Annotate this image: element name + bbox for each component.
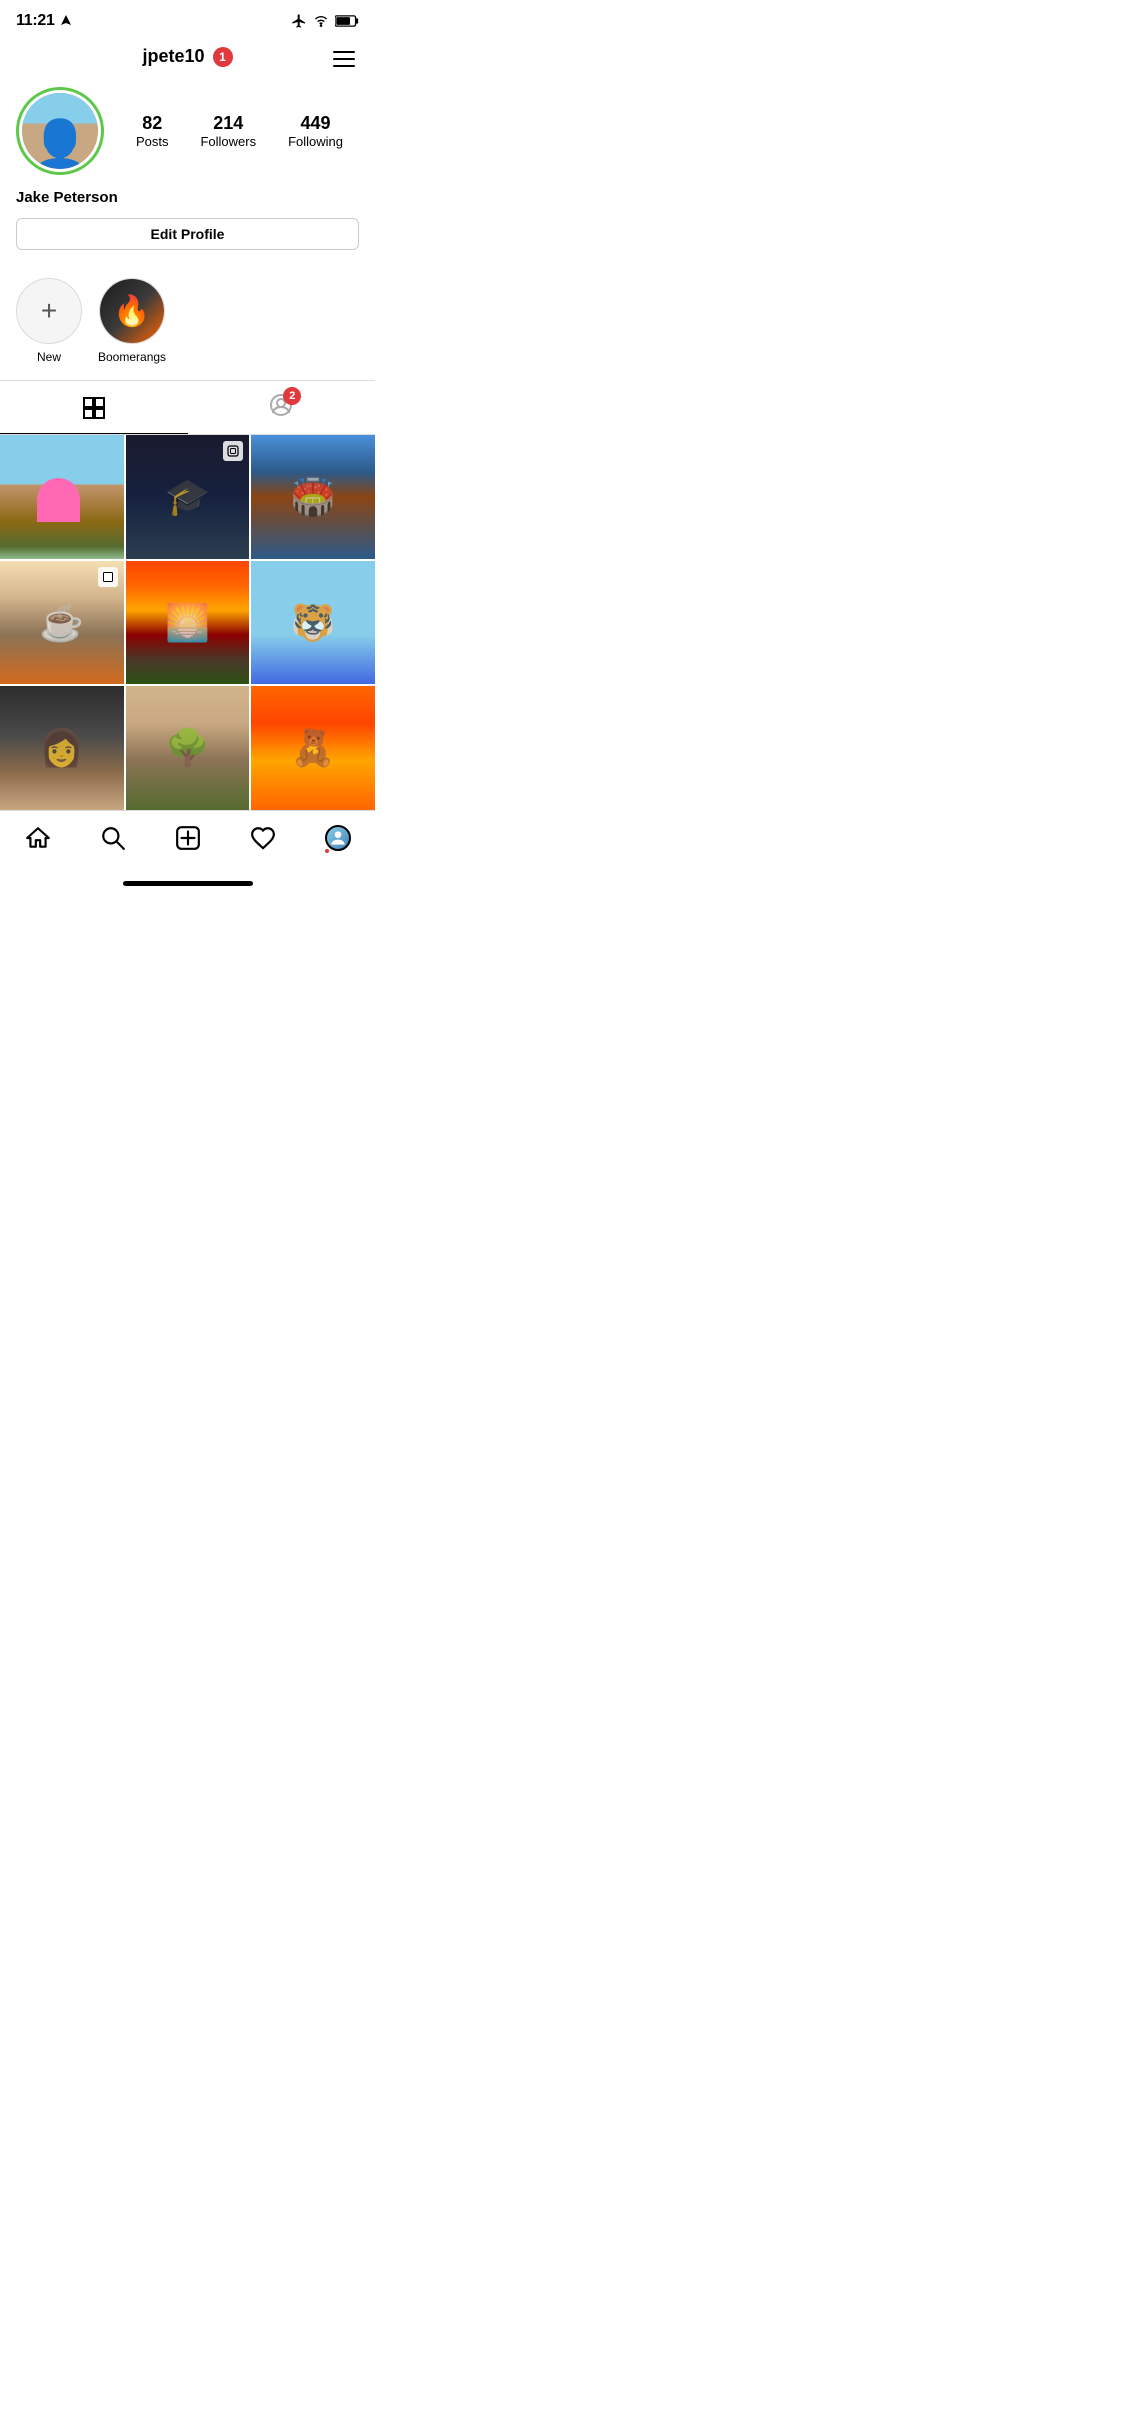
plane-icon [291,13,307,29]
photo-7-content: 👩 [0,686,124,810]
profile-header: 82 Posts 214 Followers 449 Following Jak… [0,79,375,266]
profile-nav-dot [325,849,329,853]
avatar-ring [16,87,104,175]
new-story-label: New [37,350,61,364]
edit-profile-button[interactable]: Edit Profile [16,218,359,250]
status-bar: 11:21 [0,0,375,38]
profile-name: Jake Peterson [16,189,359,206]
grid-photo-7[interactable]: 👩 [0,686,124,810]
following-count: 449 [301,113,331,134]
tab-tagged[interactable]: 2 [188,381,376,434]
posts-label: Posts [136,134,169,149]
photo-4-overlay [98,567,118,587]
followers-label: Followers [200,134,256,149]
avatar-container[interactable] [16,87,104,175]
status-icons [291,13,359,29]
tab-grid[interactable] [0,381,188,434]
grid-photo-2[interactable]: 🎓 [126,435,250,559]
tab-bar: 2 [0,381,375,435]
nav-profile[interactable] [317,821,359,855]
photo-4-emoji: ☕ [39,602,84,644]
add-story-icon: + [41,297,57,325]
nav-activity[interactable] [242,821,284,855]
photo-9-content: 🧸 [251,686,375,810]
top-nav: jpete10 1 [0,38,375,79]
stats-row: 82 Posts 214 Followers 449 Following [120,113,359,149]
boomerangs-story-circle[interactable]: 🔥 [99,278,165,344]
photo-8-content: 🌳 [126,686,250,810]
heart-icon [250,825,276,851]
followers-stat[interactable]: 214 Followers [200,113,256,149]
boomerangs-story-image: 🔥 [100,279,164,343]
boomerangs-story-item[interactable]: 🔥 Boomerangs [98,278,166,364]
photo-3-emoji: 🏟️ [291,476,336,518]
grid-photo-4[interactable]: ☕ [0,561,124,685]
grid-icon [82,396,106,420]
tagged-badge: 2 [283,387,301,405]
grid-photo-6[interactable]: 🐯 [251,561,375,685]
photo-6-content: 🐯 [251,561,375,685]
following-stat[interactable]: 449 Following [288,113,343,149]
photo-6-emoji: 🐯 [291,602,336,644]
photo-2-overlay [223,441,243,461]
search-icon [100,825,126,851]
photo-1-content [0,435,124,559]
grid-photo-1[interactable] [0,435,124,559]
bottom-nav [0,810,375,875]
photo-5-content: 🌅 [126,561,250,685]
add-icon [175,825,201,851]
nav-search[interactable] [92,821,134,855]
notification-badge: 1 [213,47,233,67]
grid-photo-9[interactable]: 🧸 [251,686,375,810]
username: jpete10 [142,46,204,67]
home-indicator [123,881,253,886]
nav-home[interactable] [17,821,59,855]
grid-photo-8[interactable]: 🌳 [126,686,250,810]
posts-stat[interactable]: 82 Posts [136,113,169,149]
photo-2-emoji: 🎓 [165,476,210,518]
photo-grid: 🎓 🏟️ ☕ 🌅 🐯 [0,435,375,810]
battery-icon [335,15,359,27]
profile-icon [328,828,348,848]
profile-info-row: 82 Posts 214 Followers 449 Following [16,87,359,175]
photo-5-emoji: 🌅 [165,602,210,644]
followers-count: 214 [213,113,243,134]
following-label: Following [288,134,343,149]
new-story-item[interactable]: + New [16,278,82,364]
photo-8-emoji: 🌳 [165,727,210,769]
location-icon [61,15,71,27]
posts-count: 82 [142,113,162,134]
avatar [22,93,98,169]
new-story-circle[interactable]: + [16,278,82,344]
photo-9-emoji: 🧸 [291,727,336,769]
home-icon [25,825,51,851]
stories-row: + New 🔥 Boomerangs [0,266,375,381]
grid-photo-3[interactable]: 🏟️ [251,435,375,559]
grid-photo-5[interactable]: 🌅 [126,561,250,685]
tagged-icon-container: 2 [269,393,293,422]
photo-3-content: 🏟️ [251,435,375,559]
status-time: 11:21 [16,12,71,30]
avatar-face [22,93,98,169]
nav-add[interactable] [167,821,209,855]
boomerangs-story-label: Boomerangs [98,350,166,364]
hamburger-menu[interactable] [329,47,359,71]
wifi-icon [313,15,329,27]
username-container: jpete10 1 [142,46,232,67]
photo-7-emoji: 👩 [39,727,84,769]
